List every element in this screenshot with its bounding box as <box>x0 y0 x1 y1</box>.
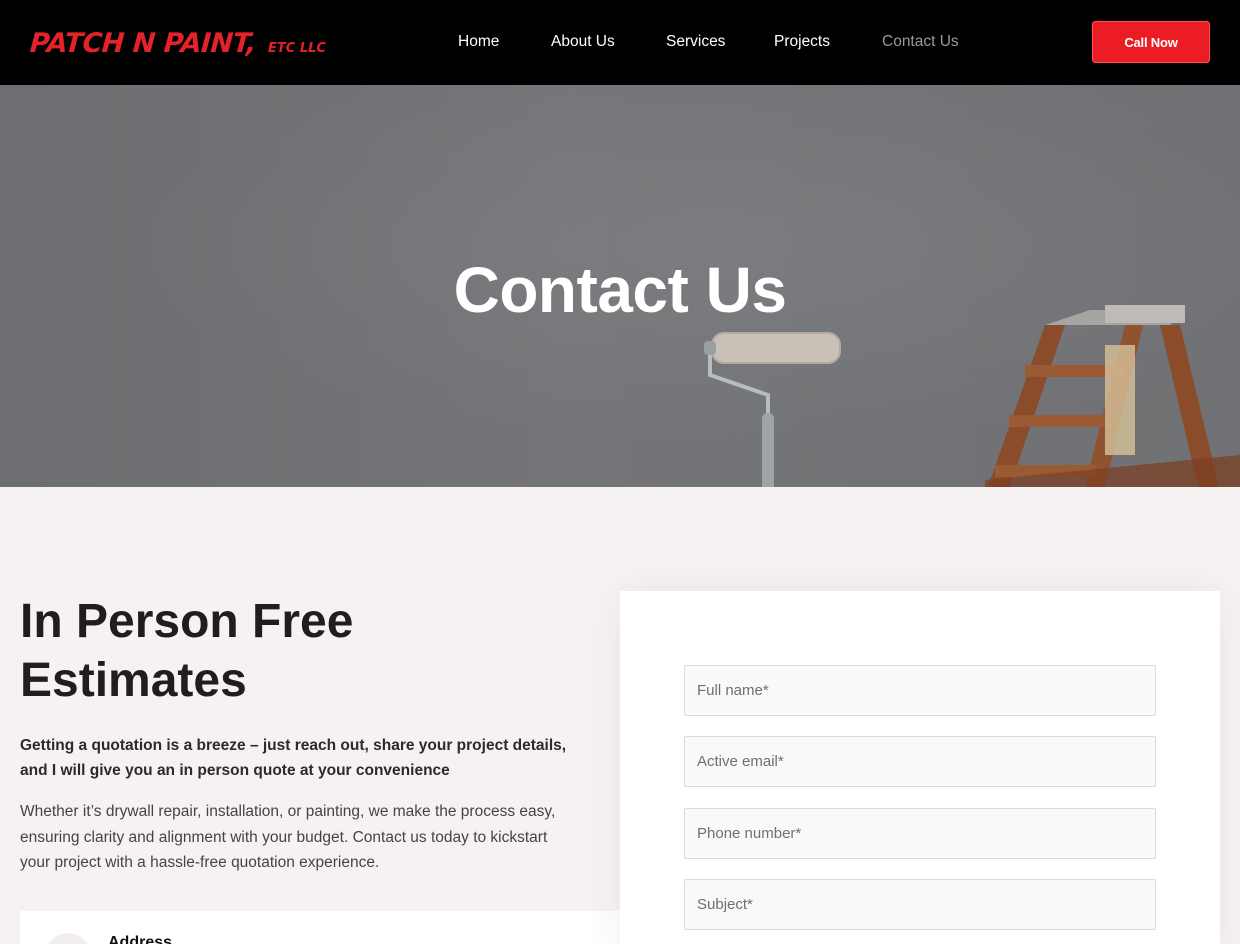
page-title: Contact Us <box>453 254 787 326</box>
hero-banner: Contact Us <box>0 85 1240 487</box>
contact-form <box>620 591 1220 944</box>
logo-suffix: ETC LLC <box>268 41 326 56</box>
ladder-image <box>985 305 1240 487</box>
nav-about-us[interactable]: About Us <box>551 33 615 51</box>
estimates-description: Whether it’s drywall repair, installatio… <box>20 803 556 871</box>
location-icon <box>46 933 90 944</box>
site-header: PATCH N PAINT, ETC LLC Home About Us Ser… <box>0 0 1240 85</box>
logo-wordmark: PATCH N PAINT, <box>28 28 258 59</box>
nav-home[interactable]: Home <box>458 33 499 51</box>
subject-input[interactable] <box>684 879 1156 930</box>
estimates-lead: Getting a quotation is a breeze – just r… <box>20 737 567 779</box>
phone-input[interactable] <box>684 808 1156 859</box>
address-label: Address <box>108 934 173 944</box>
estimates-heading: In Person Free Estimates <box>20 595 354 707</box>
nav-services[interactable]: Services <box>666 33 725 51</box>
nav-projects[interactable]: Projects <box>774 33 830 51</box>
full-name-input[interactable] <box>684 665 1156 716</box>
nav-contact-us[interactable]: Contact Us <box>882 33 959 51</box>
call-now-button[interactable]: Call Now <box>1092 21 1210 63</box>
email-input[interactable] <box>684 736 1156 787</box>
brand-logo[interactable]: PATCH N PAINT, ETC LLC <box>28 28 326 60</box>
address-card: Address <box>20 911 620 944</box>
paint-roller-image <box>704 332 841 487</box>
